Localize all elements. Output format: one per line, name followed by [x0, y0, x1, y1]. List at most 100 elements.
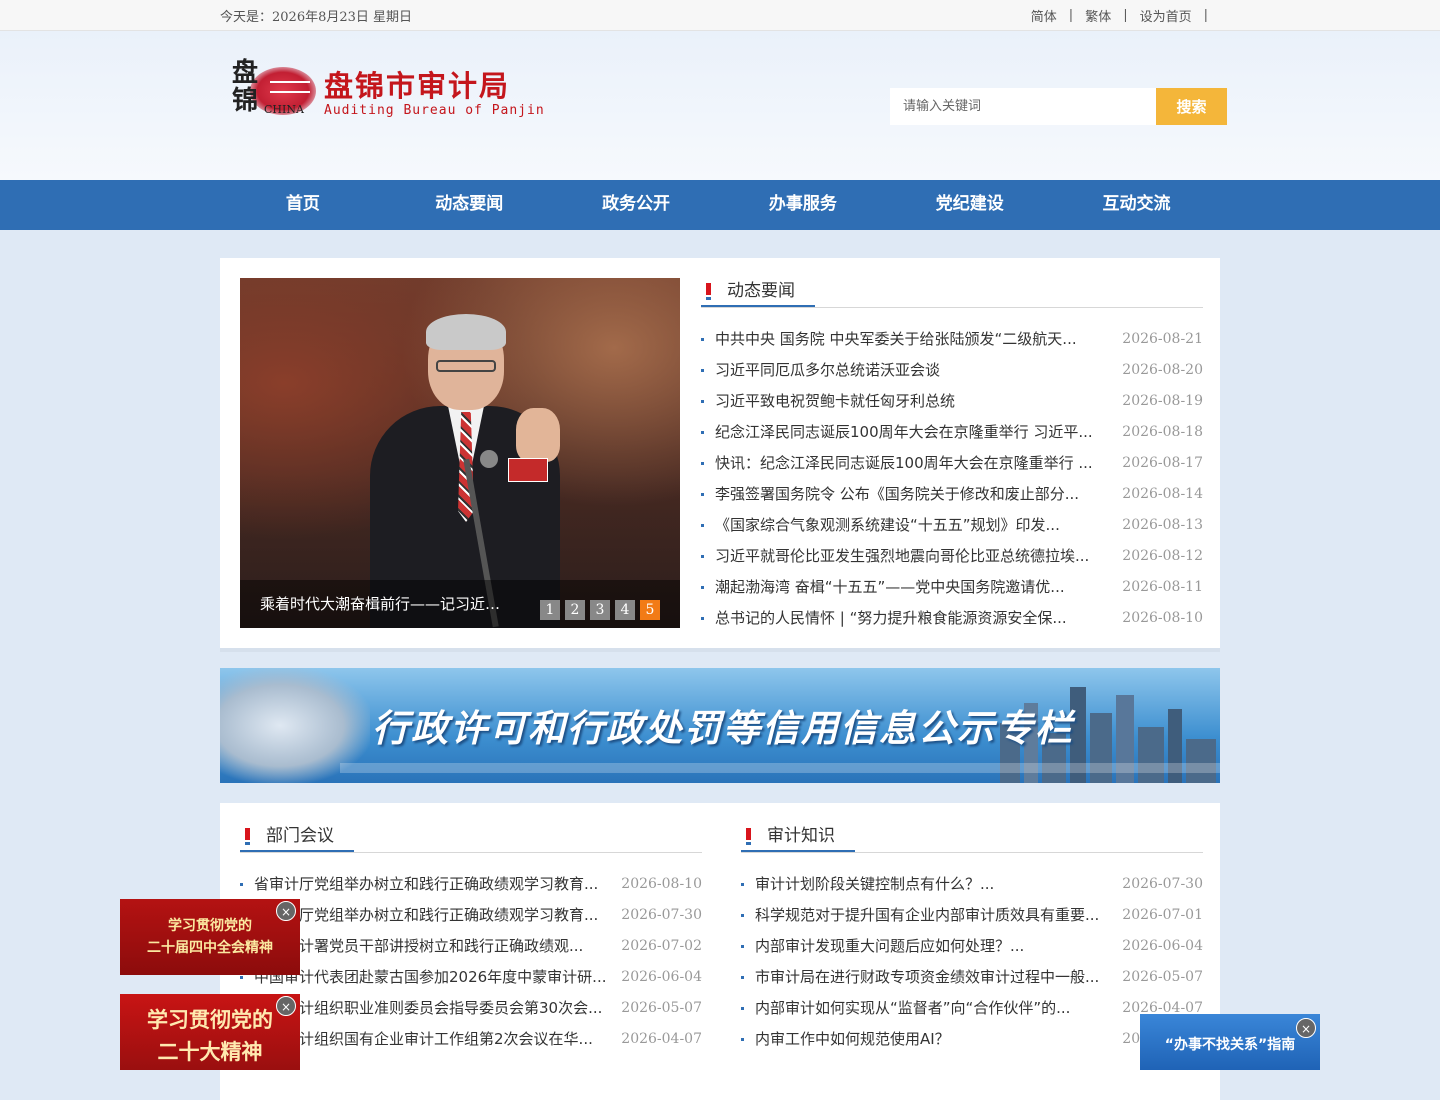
nav-item-home[interactable]: 首页 [220, 180, 386, 228]
list-item-title[interactable]: 中国审计代表团赴蒙古国参加2026年度中蒙审计研... [254, 962, 606, 993]
list-item[interactable]: 习近平同厄瓜多尔总统诺沃亚会谈 2026-08-20 [701, 355, 1203, 386]
list-item-title[interactable]: 内部审计发现重大问题后应如何处理？... [755, 931, 1024, 962]
slide-dot[interactable]: 2 [565, 600, 585, 620]
list-item[interactable]: 中国审计署党员干部讲授树立和践行正确政绩观... 2026-07-02 [240, 931, 702, 962]
list-item[interactable]: 总书记的人民情怀 | “努力提升粮食能源资源安全保... 2026-08-10 [701, 603, 1203, 634]
meetings-column: 部门会议 省审计厅党组举办树立和践行正确政绩观学习教育... 2026-08-10… [240, 823, 702, 1055]
news-column-header: 动态要闻 [701, 278, 1203, 308]
header: 盘锦 CHINA 盘锦市审计局 Auditing Bureau of Panji… [0, 31, 1440, 180]
list-item-title[interactable]: 省审计厅党组举办树立和践行正确政绩观学习教育... [254, 900, 598, 931]
news-section: 乘着时代大潮奋楫前行——记习近平总书记 1 2 3 4 5 动态要闻 中共中央 … [220, 258, 1220, 652]
list-item-title[interactable]: 科学规范对于提升国有企业内部审计质效具有重要... [755, 900, 1099, 931]
site-title: 盘锦市审计局 [324, 69, 511, 103]
list-item-date: 2026-08-14 [1122, 486, 1203, 502]
set-homepage-link[interactable]: 设为首页 [1140, 6, 1192, 25]
float-ad-line1: “办事不找关系”指南 [1164, 1037, 1296, 1053]
news-list: 中共中央 国务院 中央军委关于给张陆颁发“二级航天... 2026-08-21 习近… [701, 324, 1203, 634]
search-button[interactable]: 搜索 [1156, 88, 1227, 125]
list-item[interactable]: 中共中央 国务院 中央军委关于给张陆颁发“二级航天... 2026-08-21 [701, 324, 1203, 355]
search-input[interactable] [890, 88, 1156, 125]
news-column-title[interactable]: 动态要闻 [701, 278, 815, 307]
list-item-date: 2026-08-10 [1122, 610, 1203, 626]
floating-ad-guide[interactable]: “办事不找关系”指南 × [1140, 1014, 1320, 1070]
slide-caption[interactable]: 乘着时代大潮奋楫前行——记习近平总书记 1 2 3 4 5 [240, 580, 680, 628]
list-item[interactable]: 科学规范对于提升国有企业内部审计质效具有重要... 2026-07-01 [741, 900, 1203, 931]
credit-info-banner[interactable]: 行政许可和行政处罚等信用信息公示专栏 [220, 668, 1220, 783]
list-item-date: 2026-04-07 [621, 1031, 702, 1047]
slide-caption-text[interactable]: 乘着时代大潮奋楫前行——记习近平总书记 [260, 580, 505, 628]
close-icon[interactable]: × [1296, 1018, 1316, 1038]
nav-item-party-discipline[interactable]: 党纪建设 [886, 180, 1053, 228]
list-item[interactable]: 中国审计组织职业准则委员会指导委员会第30次会... 2026-05-07 [240, 993, 702, 1024]
nav-item-news[interactable]: 动态要闻 [386, 180, 553, 228]
list-item[interactable]: 审计计划阶段关键控制点有什么？... 2026-07-30 [741, 869, 1203, 900]
list-item[interactable]: 习近平就哥伦比亚发生强烈地震向哥伦比亚总统德拉埃... 2026-08-12 [701, 541, 1203, 572]
floating-ad-twentieth-congress[interactable]: 学习贯彻党的 二十大精神 × [120, 994, 300, 1070]
list-item[interactable]: 市审计局在进行财政专项资金绩效审计过程中一般... 2026-05-07 [741, 962, 1203, 993]
list-item-date: 2026-08-19 [1122, 393, 1203, 409]
slide-dot[interactable]: 4 [615, 600, 635, 620]
list-item[interactable]: 内部审计发现重大问题后应如何处理？... 2026-06-04 [741, 931, 1203, 962]
slide-dot[interactable]: 1 [540, 600, 560, 620]
list-item-date: 2026-06-04 [1122, 938, 1203, 954]
list-item[interactable]: 内部审计如何实现从“监督者”向“合作伙伴”的... 2026-04-07 [741, 993, 1203, 1024]
list-item[interactable]: 纪念江泽民同志诞辰100周年大会在京隆重举行 习近平... 2026-08-18 [701, 417, 1203, 448]
list-item-title[interactable]: 快讯：纪念江泽民同志诞辰100周年大会在京隆重举行 ... [715, 448, 1093, 479]
list-item[interactable]: 快讯：纪念江泽民同志诞辰100周年大会在京隆重举行 ... 2026-08-17 [701, 448, 1203, 479]
nav-item-gov-affairs[interactable]: 政务公开 [553, 180, 720, 228]
traditional-link[interactable]: 繁体 [1085, 6, 1111, 25]
knowledge-column: 审计知识 审计计划阶段关键控制点有什么？... 2026-07-30 科学规范对于提… [741, 823, 1203, 1055]
close-icon[interactable]: × [276, 901, 296, 921]
simplified-link[interactable]: 简体 [1031, 6, 1057, 25]
list-item-title[interactable]: 内审工作中如何规范使用AI？ [755, 1024, 950, 1055]
list-item-title[interactable]: 中国审计署党员干部讲授树立和践行正确政绩观... [254, 931, 583, 962]
list-item[interactable]: 习近平致电祝贺鲍卡就任匈牙利总统 2026-08-19 [701, 386, 1203, 417]
list-item-date: 2026-07-01 [1122, 907, 1203, 923]
list-item-title[interactable]: 内部审计如何实现从“监督者”向“合作伙伴”的... [755, 993, 1070, 1024]
separator: | [1123, 7, 1128, 23]
list-item-title[interactable]: 李强签署国务院令 公布《国务院关于修改和废止部分... [715, 479, 1079, 510]
list-item-date: 2026-08-20 [1122, 362, 1203, 378]
list-item-title[interactable]: 潮起渤海湾 奋楫“十五五”——党中央国务院邀请优... [715, 572, 1065, 603]
list-item-title[interactable]: 审计计划阶段关键控制点有什么？... [755, 869, 994, 900]
list-item[interactable]: 中国审计组织国有企业审计工作组第2次会议在华... 2026-04-07 [240, 1024, 702, 1055]
list-item-title[interactable]: 省审计厅党组举办树立和践行正确政绩观学习教育... [254, 869, 598, 900]
banner-title: 行政许可和行政处罚等信用信息公示专栏 [372, 707, 1074, 750]
list-item-title[interactable]: 《国家综合气象观测系统建设“十五五”规划》印发... [715, 510, 1060, 541]
list-item-date: 2026-07-02 [621, 938, 702, 954]
image-slider[interactable]: 乘着时代大潮奋楫前行——记习近平总书记 1 2 3 4 5 [240, 278, 680, 628]
list-item-title[interactable]: 习近平致电祝贺鲍卡就任匈牙利总统 [715, 386, 955, 417]
list-item-title[interactable]: 纪念江泽民同志诞辰100周年大会在京隆重举行 习近平... [715, 417, 1093, 448]
close-icon[interactable]: × [276, 996, 296, 1016]
list-item-date: 2026-06-04 [621, 969, 702, 985]
list-item[interactable]: 省审计厅党组举办树立和践行正确政绩观学习教育... 2026-07-30 [240, 900, 702, 931]
top-bar: 今天是：2026年8月23日 星期日 简体 | 繁体 | 设为首页 | [0, 0, 1440, 31]
floating-ad-fourth-plenum[interactable]: 学习贯彻党的 二十届四中全会精神 × [120, 899, 300, 975]
list-item[interactable]: 中国审计代表团赴蒙古国参加2026年度中蒙审计研... 2026-06-04 [240, 962, 702, 993]
list-item[interactable]: 《国家综合气象观测系统建设“十五五”规划》印发... 2026-08-13 [701, 510, 1203, 541]
list-item-title[interactable]: 中国审计组织职业准则委员会指导委员会第30次会... [254, 993, 602, 1024]
list-item-date: 2026-08-10 [621, 876, 702, 892]
list-item[interactable]: 内审工作中如何规范使用AI？2026-03-05 [741, 1024, 1203, 1055]
separator: | [1203, 7, 1208, 23]
meetings-list: 省审计厅党组举办树立和践行正确政绩观学习教育... 2026-08-10 省审计厅党… [240, 869, 702, 1055]
list-item-title[interactable]: 习近平就哥伦比亚发生强烈地震向哥伦比亚总统德拉埃... [715, 541, 1089, 572]
list-item-title[interactable]: 中国审计组织国有企业审计工作组第2次会议在华... [254, 1024, 593, 1055]
nav-item-services[interactable]: 办事服务 [719, 180, 886, 228]
list-item[interactable]: 省审计厅党组举办树立和践行正确政绩观学习教育... 2026-08-10 [240, 869, 702, 900]
knowledge-column-header: 审计知识 [741, 823, 1203, 853]
meetings-column-title[interactable]: 部门会议 [240, 823, 354, 852]
slide-dot[interactable]: 3 [590, 600, 610, 620]
list-item-date: 2026-08-11 [1122, 579, 1203, 595]
slide-dot-active[interactable]: 5 [640, 600, 660, 620]
knowledge-column-title[interactable]: 审计知识 [741, 823, 855, 852]
nav-item-interaction[interactable]: 互动交流 [1053, 180, 1220, 228]
list-item-title[interactable]: 总书记的人民情怀 | “努力提升粮食能源资源安全保... [715, 603, 1067, 634]
list-item-title[interactable]: 中共中央 国务院 中央军委关于给张陆颁发“二级航天... [715, 324, 1077, 355]
list-item-date: 2026-07-30 [621, 907, 702, 923]
site-logo[interactable]: 盘锦 CHINA 盘锦市审计局 Auditing Bureau of Panji… [230, 59, 560, 129]
list-item-title[interactable]: 习近平同厄瓜多尔总统诺沃亚会谈 [715, 355, 940, 386]
list-item-title[interactable]: 市审计局在进行财政专项资金绩效审计过程中一般... [755, 962, 1099, 993]
list-item[interactable]: 李强签署国务院令 公布《国务院关于修改和废止部分... 2026-08-14 [701, 479, 1203, 510]
list-item[interactable]: 潮起渤海湾 奋楫“十五五”——党中央国务院邀请优... 2026-08-11 [701, 572, 1203, 603]
